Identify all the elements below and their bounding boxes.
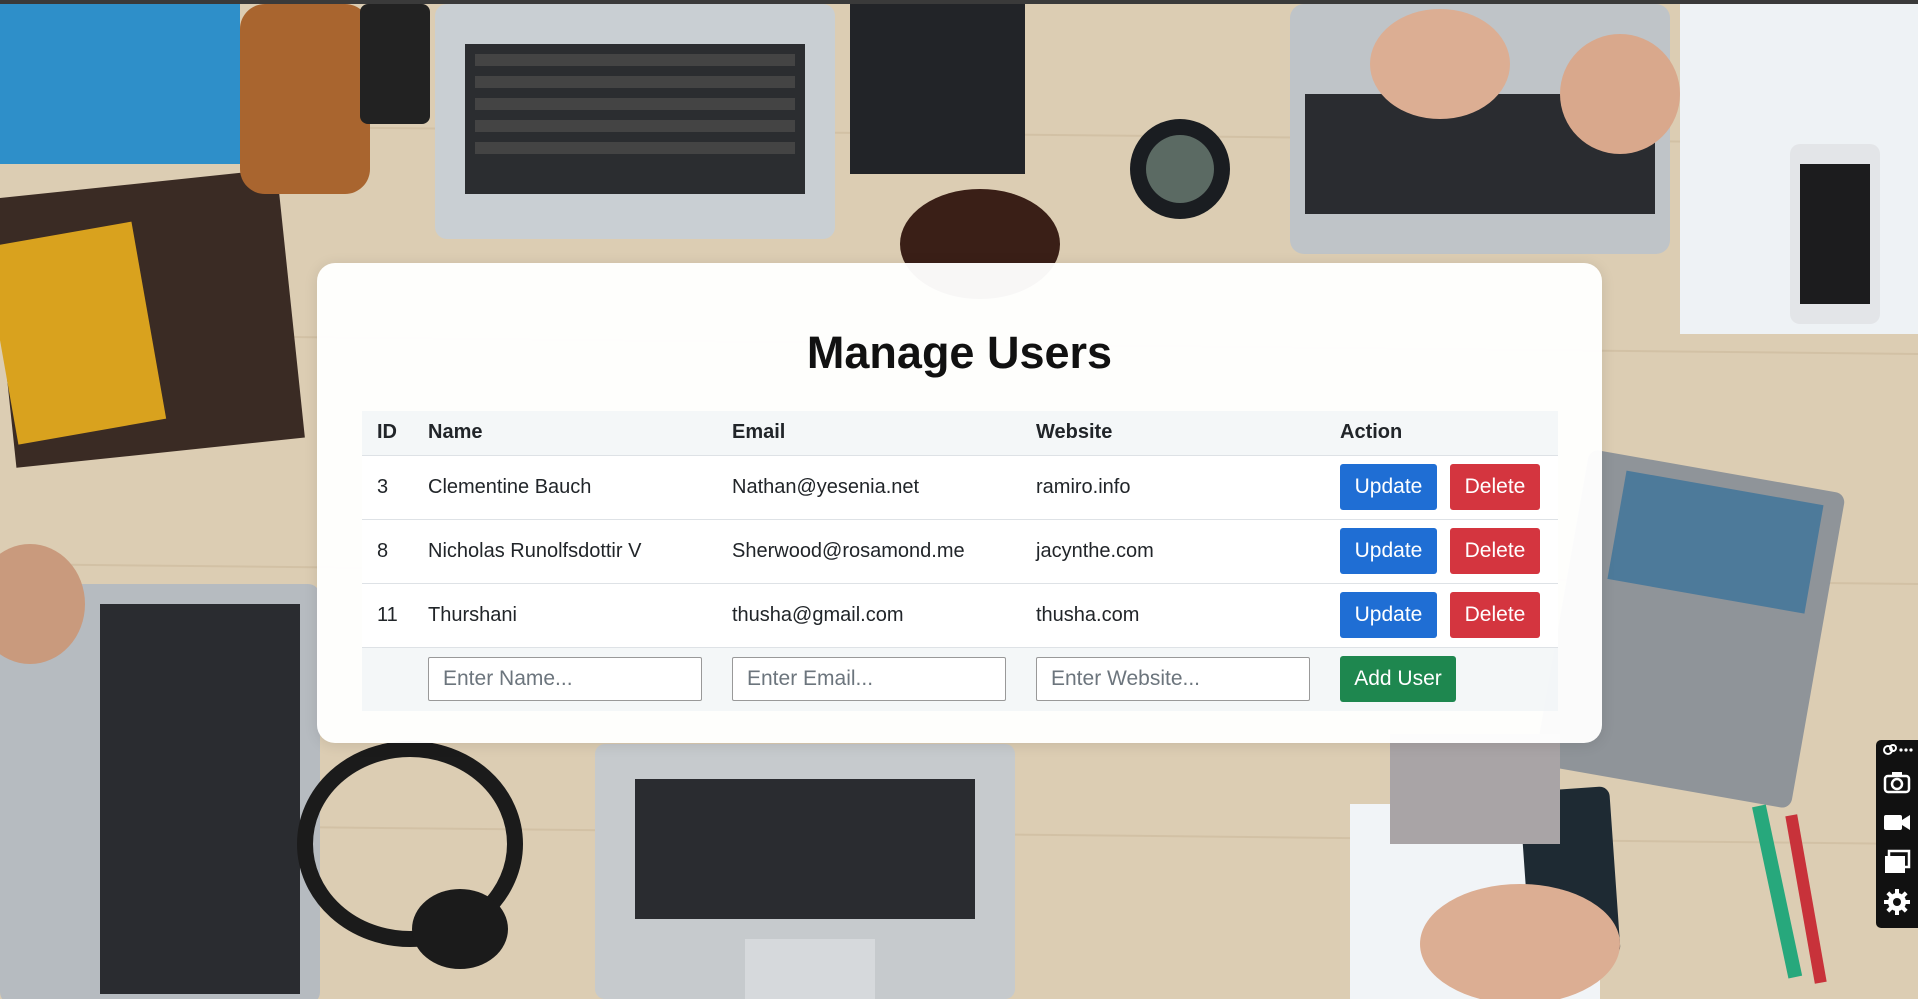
header-name: Name [428, 421, 483, 444]
cell-name: Nicholas Runolfsdottir V [428, 539, 642, 562]
camera-icon[interactable] [1883, 768, 1911, 796]
manage-users-card: Manage Users ID Name Email Website Actio… [317, 263, 1602, 743]
cell-website: thusha.com [1036, 603, 1140, 626]
website-input[interactable] [1036, 657, 1310, 702]
cell-actions: Update Delete [1325, 455, 1558, 519]
add-website-cell [1021, 647, 1325, 711]
update-button[interactable]: Update [1340, 592, 1437, 638]
table-row: 3 Clementine Bauch Nathan@yesenia.net ra… [362, 455, 1558, 519]
table-header-row: ID Name Email Website Action [362, 411, 1558, 455]
screen-capture-toolbar [1876, 740, 1918, 928]
cell-website: ramiro.info [1036, 475, 1131, 498]
header-website: Website [1036, 421, 1113, 444]
add-email-cell [717, 647, 1021, 711]
update-button[interactable]: Update [1340, 464, 1437, 510]
add-user-button[interactable]: Add User [1340, 656, 1456, 703]
add-row-id-cell [362, 647, 413, 711]
update-button[interactable]: Update [1340, 528, 1437, 574]
cell-id: 3 [377, 475, 389, 498]
email-input[interactable] [732, 657, 1006, 702]
cell-actions: Update Delete [1325, 583, 1558, 647]
header-action: Action [1340, 421, 1403, 444]
settings-icon[interactable] [1883, 888, 1911, 916]
add-user-row: Add User [362, 647, 1558, 711]
link-icon[interactable] [1882, 743, 1914, 757]
window-icon[interactable] [1883, 848, 1911, 876]
cell-id: 8 [377, 539, 389, 562]
add-name-cell [413, 647, 717, 711]
name-input[interactable] [428, 657, 702, 702]
delete-button[interactable]: Delete [1450, 464, 1540, 510]
table-row: 11 Thurshani thusha@gmail.com thusha.com… [362, 583, 1558, 647]
video-icon[interactable] [1883, 808, 1911, 836]
table-row: 8 Nicholas Runolfsdottir V Sherwood@rosa… [362, 519, 1558, 583]
page-title: Manage Users [806, 327, 1113, 378]
add-action-cell: Add User [1325, 647, 1558, 711]
cell-email: thusha@gmail.com [732, 603, 904, 626]
cell-email: Nathan@yesenia.net [732, 475, 920, 498]
cell-name: Clementine Bauch [428, 475, 592, 498]
header-email: Email [732, 421, 786, 444]
header-id: ID [377, 421, 397, 444]
cell-website: jacynthe.com [1036, 539, 1154, 562]
cell-id: 11 [377, 603, 398, 626]
users-table: ID Name Email Website Action 3 Clementin… [362, 411, 1558, 711]
cell-email: Sherwood@rosamond.me [732, 539, 965, 562]
cell-name: Thurshani [428, 603, 517, 626]
delete-button[interactable]: Delete [1450, 592, 1540, 638]
cell-actions: Update Delete [1325, 519, 1558, 583]
delete-button[interactable]: Delete [1450, 528, 1540, 574]
